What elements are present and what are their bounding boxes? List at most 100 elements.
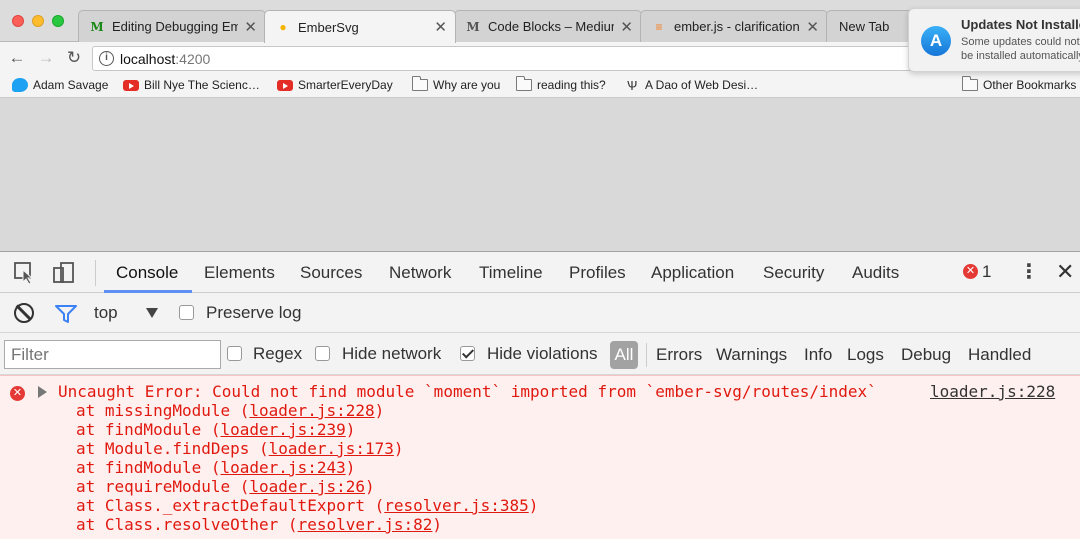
bookmark-item[interactable]: Ѱ A Dao of Web Desi… <box>624 78 758 93</box>
console-toolbar: top Preserve log <box>0 293 1080 333</box>
stack-frame-link[interactable]: loader.js:243 <box>221 458 346 477</box>
tab-console[interactable]: Console <box>116 263 178 283</box>
expand-triangle-icon[interactable] <box>38 386 47 398</box>
bookmark-item[interactable]: Bill Nye The Scienc… <box>123 78 260 92</box>
stack-frame-link[interactable]: resolver.js:385 <box>384 496 529 515</box>
error-icon: ✕ <box>10 386 25 401</box>
preserve-log-checkbox[interactable] <box>179 305 194 320</box>
tab-elements[interactable]: Elements <box>204 263 275 283</box>
stack-frame-text: at Class.resolveOther ( <box>76 515 298 534</box>
hide-violations-checkbox[interactable] <box>460 346 475 361</box>
tab-application[interactable]: Application <box>651 263 734 283</box>
close-icon[interactable]: ✕ <box>434 18 447 36</box>
devtools-panel: Console Elements Sources Network Timelin… <box>0 251 1080 539</box>
stack-frame-text: at Module.findDeps ( <box>76 439 269 458</box>
browser-tab[interactable]: ≡ ember.js - clarification ✕ <box>640 10 828 42</box>
device-toolbar-icon[interactable] <box>52 261 76 285</box>
address-port: :4200 <box>175 51 211 67</box>
bookmark-folder[interactable]: Why are you <box>412 76 501 92</box>
stack-frame: at requireModule (loader.js:26) <box>76 477 375 496</box>
toolbar-divider <box>95 260 96 286</box>
bookmark-label: Adam Savage <box>33 78 109 92</box>
app-store-icon: A <box>921 26 951 56</box>
error-source-link[interactable]: loader.js:228 <box>930 382 1055 401</box>
window-close-button[interactable] <box>12 15 24 27</box>
filter-funnel-icon[interactable] <box>55 305 77 323</box>
level-warnings[interactable]: Warnings <box>716 345 787 365</box>
chevron-down-icon[interactable] <box>146 308 158 318</box>
page-viewport <box>0 98 1080 251</box>
hide-network-checkbox[interactable] <box>315 346 330 361</box>
tab-timeline[interactable]: Timeline <box>479 263 543 283</box>
back-arrow-icon[interactable]: ← <box>6 47 28 69</box>
stack-frame-link[interactable]: loader.js:26 <box>249 477 365 496</box>
regex-checkbox[interactable] <box>227 346 242 361</box>
preserve-log-label[interactable]: Preserve log <box>206 303 301 323</box>
tab-network[interactable]: Network <box>389 263 451 283</box>
youtube-icon <box>277 79 293 91</box>
clear-console-icon[interactable] <box>14 303 34 323</box>
tab-sources[interactable]: Sources <box>300 263 362 283</box>
level-divider <box>646 343 647 367</box>
context-selector[interactable]: top <box>94 303 118 323</box>
console-filter-bar: Regex Hide network Hide violations All E… <box>0 333 1080 375</box>
tab-audits[interactable]: Audits <box>852 263 899 283</box>
error-count[interactable]: 1 <box>982 262 991 282</box>
close-icon[interactable]: ✕ <box>620 18 633 36</box>
stack-frame-link[interactable]: loader.js:228 <box>249 401 374 420</box>
hide-network-label[interactable]: Hide network <box>342 344 441 364</box>
level-all-button[interactable]: All <box>610 341 638 369</box>
dao-icon: Ѱ <box>626 78 638 93</box>
filter-input[interactable] <box>4 340 221 369</box>
address-host: localhost <box>120 51 176 67</box>
tab-title: Editing Debugging Emb <box>112 19 239 34</box>
bookmark-label: Other Bookmarks <box>983 78 1077 92</box>
regex-label[interactable]: Regex <box>253 344 302 364</box>
bookmark-label: Why are you <box>433 78 501 92</box>
browser-tab[interactable]: M Editing Debugging Emb ✕ <box>78 10 266 42</box>
bookmark-item[interactable]: SmarterEveryDay <box>277 78 393 92</box>
medium-icon: M <box>90 19 104 34</box>
stack-frame: at findModule (loader.js:239) <box>76 420 355 439</box>
level-handled[interactable]: Handled <box>968 345 1031 365</box>
error-icon[interactable]: ✕ <box>963 264 978 279</box>
stack-frame-suffix: ) <box>528 496 539 515</box>
level-errors[interactable]: Errors <box>656 345 702 365</box>
stack-frame-link[interactable]: loader.js:239 <box>221 420 346 439</box>
bookmark-item[interactable]: Adam Savage <box>12 78 108 92</box>
stack-frame-suffix: ) <box>374 401 385 420</box>
tab-profiles[interactable]: Profiles <box>569 263 626 283</box>
window-minimize-button[interactable] <box>32 15 44 27</box>
bookmark-label: SmarterEveryDay <box>298 78 393 92</box>
inspect-element-icon[interactable] <box>13 261 37 285</box>
tab-title: Code Blocks – Medium <box>488 19 615 34</box>
hide-violations-label[interactable]: Hide violations <box>487 344 598 364</box>
close-icon[interactable]: ✕ <box>806 18 819 36</box>
bookmarks-bar: Adam Savage Bill Nye The Scienc… Smarter… <box>0 74 1080 98</box>
forward-arrow-icon[interactable]: → <box>35 47 57 69</box>
stackoverflow-icon: ≡ <box>655 19 663 34</box>
window-zoom-button[interactable] <box>52 15 64 27</box>
browser-tab[interactable]: M Code Blocks – Medium ✕ <box>454 10 642 42</box>
update-notification[interactable]: A Updates Not Installed Some updates cou… <box>908 8 1080 72</box>
stack-frame-text: at findModule ( <box>76 420 221 439</box>
address-text[interactable]: localhost:4200 <box>120 51 210 67</box>
browser-tab-active[interactable]: ● EmberSvg ✕ <box>264 10 456 43</box>
bookmark-folder-other[interactable]: Other Bookmarks <box>962 76 1077 92</box>
info-icon[interactable]: i <box>99 51 114 66</box>
more-options-icon[interactable]: ⋮ <box>1019 261 1039 285</box>
bookmark-folder[interactable]: reading this? <box>516 76 606 92</box>
stack-frame: at findModule (loader.js:243) <box>76 458 355 477</box>
stack-frame: at Class._extractDefaultExport (resolver… <box>76 496 538 515</box>
level-debug[interactable]: Debug <box>901 345 951 365</box>
level-info[interactable]: Info <box>804 345 832 365</box>
reload-icon[interactable]: ↻ <box>63 47 85 69</box>
stack-frame: at Module.findDeps (loader.js:173) <box>76 439 404 458</box>
stack-frame-link[interactable]: loader.js:173 <box>269 439 394 458</box>
close-icon[interactable]: ✕ <box>244 18 257 36</box>
close-devtools-icon[interactable]: ✕ <box>1056 261 1074 283</box>
level-logs[interactable]: Logs <box>847 345 884 365</box>
tab-security[interactable]: Security <box>763 263 824 283</box>
stack-frame-link[interactable]: resolver.js:82 <box>298 515 433 534</box>
stack-frame-text: at Class._extractDefaultExport ( <box>76 496 385 515</box>
